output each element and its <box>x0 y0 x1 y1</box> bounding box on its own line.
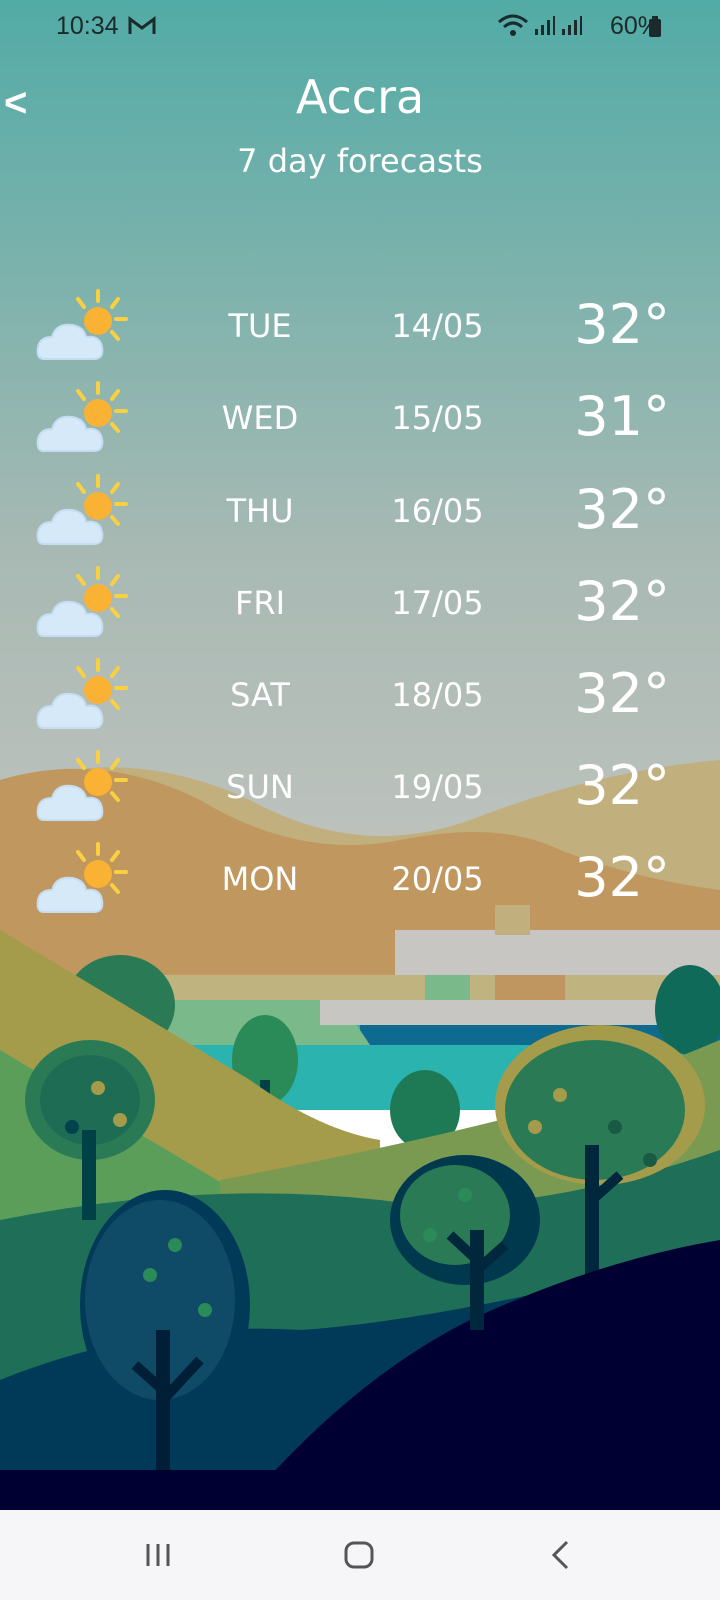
partly-cloudy-icon <box>36 658 128 729</box>
system-nav-bar <box>0 1510 720 1600</box>
status-time: 10:34 <box>56 12 119 40</box>
forecast-day: MON <box>221 860 299 898</box>
back-nav-icon[interactable] <box>549 1538 573 1572</box>
forecast-date: 19/05 <box>391 768 484 806</box>
forecast-date: 17/05 <box>391 584 484 622</box>
partly-cloudy-icon <box>36 381 128 452</box>
forecast-day: THU <box>226 492 294 530</box>
forecast-row: FRI 17/05 32° <box>0 566 720 662</box>
forecast-row: SAT 18/05 32° <box>0 658 720 754</box>
mail-icon <box>128 16 156 34</box>
forecast-date: 15/05 <box>391 399 484 437</box>
partly-cloudy-icon <box>36 474 128 545</box>
weather-screen: 10:34 60% < Accra 7 day forecasts TUE 14… <box>0 0 720 1600</box>
forecast-temp: 32° <box>574 754 670 817</box>
forecast-row: TUE 14/05 32° <box>0 289 720 385</box>
forecast-temp: 31° <box>574 385 670 448</box>
forecast-temp: 32° <box>574 293 670 356</box>
forecast-day: SAT <box>230 676 290 714</box>
wifi-icon <box>498 14 528 36</box>
forecast-day: FRI <box>234 584 286 622</box>
battery-icon <box>649 16 661 37</box>
forecast-day: WED <box>221 399 299 437</box>
forecast-day: TUE <box>228 307 292 345</box>
forecast-date: 18/05 <box>391 676 484 714</box>
forecast-temp: 32° <box>574 478 670 541</box>
forecast-temp: 32° <box>574 846 670 909</box>
partly-cloudy-icon <box>36 289 128 360</box>
status-bar: 10:34 60% <box>0 0 720 52</box>
forecast-date: 20/05 <box>391 860 484 898</box>
partly-cloudy-icon <box>36 566 128 637</box>
home-icon[interactable] <box>343 1540 377 1572</box>
forecast-row: SUN 19/05 32° <box>0 750 720 846</box>
forecast-date: 16/05 <box>391 492 484 530</box>
partly-cloudy-icon <box>36 750 128 821</box>
forecast-temp: 32° <box>574 570 670 633</box>
forecast-day: SUN <box>226 768 294 806</box>
partly-cloudy-icon <box>36 842 128 913</box>
signal-strength-icon <box>562 16 582 35</box>
page-subtitle: 7 day forecasts <box>237 142 483 180</box>
signal-strength-icon <box>535 16 555 35</box>
forecast-row: THU 16/05 32° <box>0 474 720 570</box>
forecast-date: 14/05 <box>391 307 484 345</box>
city-title: Accra <box>295 70 425 124</box>
recent-apps-icon[interactable] <box>144 1540 174 1570</box>
forecast-temp: 32° <box>574 662 670 725</box>
forecast-row: WED 15/05 31° <box>0 381 720 477</box>
forecast-row: MON 20/05 32° <box>0 842 720 938</box>
